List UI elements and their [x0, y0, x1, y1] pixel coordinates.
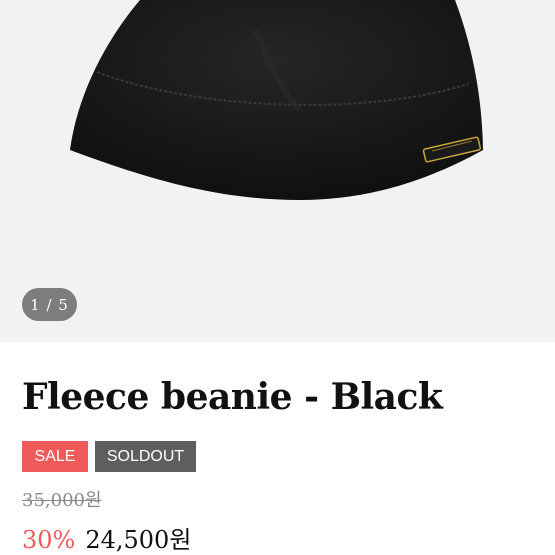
product-image[interactable] [0, 0, 555, 342]
sale-badge: SALE [22, 441, 88, 472]
product-image-gallery[interactable]: 1 / 5 [0, 0, 555, 342]
price-row: 30% 24,500원 [22, 520, 191, 555]
discount-rate: 30% [22, 526, 76, 554]
original-price: 35,000원 [22, 490, 102, 511]
product-title: Fleece beanie - Black [22, 376, 443, 418]
sale-price: 24,500원 [85, 526, 192, 554]
soldout-badge: SOLDOUT [95, 441, 196, 472]
image-page-indicator: 1 / 5 [22, 288, 77, 321]
badge-group: SALE SOLDOUT [22, 441, 196, 472]
